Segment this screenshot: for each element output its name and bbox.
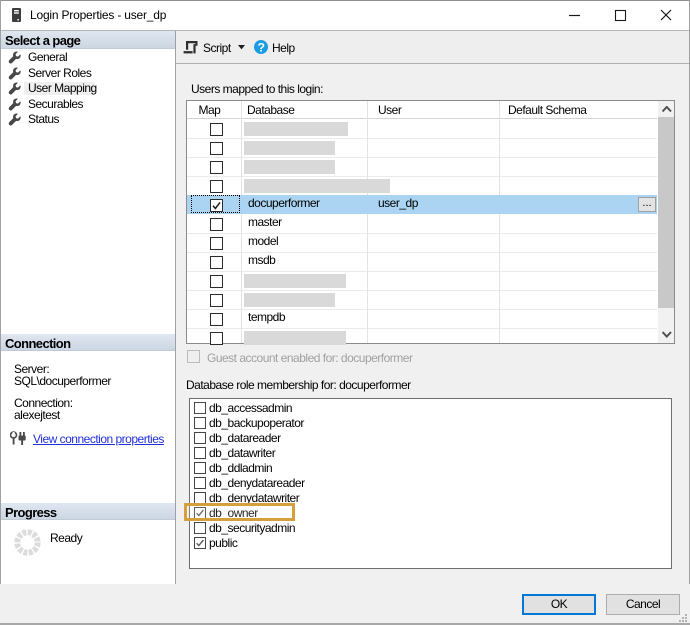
svg-text:?: ? bbox=[258, 41, 265, 55]
